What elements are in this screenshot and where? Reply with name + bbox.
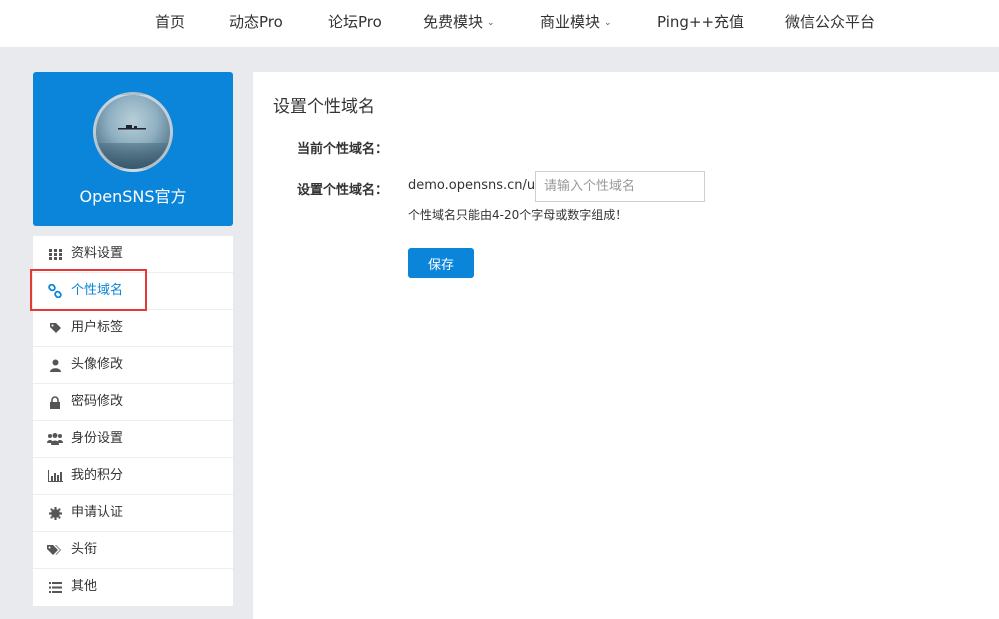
sidebar-item-points[interactable]: 我的积分 (33, 458, 233, 495)
main-panel: 设置个性域名 当前个性域名： 设置个性域名： demo.opensns.cn/u… (253, 72, 999, 619)
nav-free-modules[interactable]: 免费模块 ⌄ (423, 0, 495, 47)
highlight-annotation (30, 269, 147, 311)
avatar-water (96, 143, 170, 169)
nav-forum-pro[interactable]: 论坛Pro (328, 0, 382, 47)
nav-home[interactable]: 首页 (155, 0, 185, 47)
nav-ping-recharge[interactable]: Ping++充值 (657, 0, 744, 47)
sidebar-item-verification[interactable]: 申请认证 (33, 495, 233, 532)
bar-chart-icon (47, 458, 63, 494)
sidebar-item-identity[interactable]: 身份设置 (33, 421, 233, 458)
nav-commercial-modules[interactable]: 商业模块 ⌄ (540, 0, 612, 47)
tags-icon (47, 532, 63, 568)
list-icon (47, 569, 63, 605)
tag-icon (47, 310, 63, 346)
domain-prefix: demo.opensns.cn/u/ (408, 178, 540, 193)
chevron-down-icon: ⌄ (487, 18, 495, 28)
domain-input[interactable] (535, 171, 705, 202)
top-navigation: 首页 动态Pro 论坛Pro 免费模块 ⌄ 商业模块 ⌄ Ping++充值 微信公众… (0, 0, 999, 47)
profile-name[interactable]: OpenSNS官方 (33, 183, 233, 207)
current-domain-label: 当前个性域名： (297, 142, 389, 157)
profile-card: OpenSNS官方 (33, 72, 233, 226)
sidebar-item-profile-settings[interactable]: 资料设置 (33, 236, 233, 273)
grid-icon (47, 236, 63, 272)
user-icon (47, 347, 63, 383)
users-icon (47, 421, 63, 457)
nav-wechat-platform[interactable]: 微信公众平台 (785, 0, 875, 47)
nav-dynamic-pro[interactable]: 动态Pro (229, 0, 283, 47)
save-button[interactable]: 保存 (408, 248, 474, 278)
avatar[interactable] (93, 92, 173, 172)
boat-image (118, 125, 146, 130)
sidebar-item-password[interactable]: 密码修改 (33, 384, 233, 421)
domain-hint: 个性域名只能由4-20个字母或数字组成！ (408, 208, 628, 222)
sidebar-item-avatar[interactable]: 头像修改 (33, 347, 233, 384)
sidebar-item-titles[interactable]: 头衔 (33, 532, 233, 569)
badge-icon (47, 495, 63, 531)
sidebar-item-other[interactable]: 其他 (33, 569, 233, 606)
chevron-down-icon: ⌄ (604, 18, 612, 28)
set-domain-label: 设置个性域名： (297, 183, 389, 198)
sidebar-item-user-tags[interactable]: 用户标签 (33, 310, 233, 347)
page-title: 设置个性域名 (273, 97, 375, 117)
lock-icon (47, 384, 63, 420)
